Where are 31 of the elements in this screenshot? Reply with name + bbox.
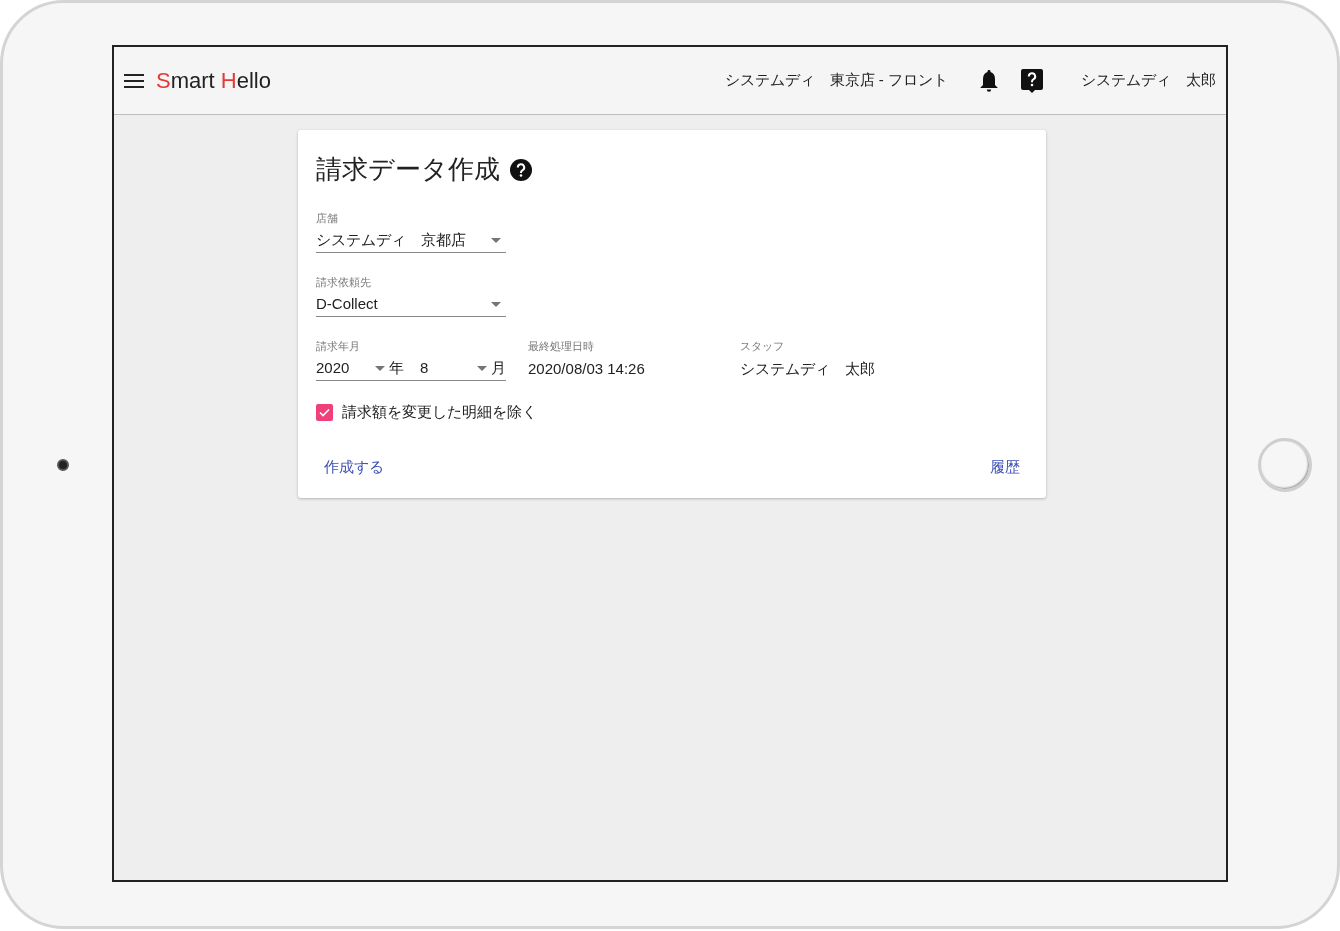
caret-icon — [374, 366, 385, 371]
checkbox[interactable] — [316, 403, 333, 421]
field-value: 2020/08/03 14:26 — [528, 358, 646, 379]
year-unit: 年 — [388, 358, 404, 379]
select-field[interactable]: D-Collect — [316, 293, 506, 317]
field-value: システムディ 太郎 — [740, 358, 876, 379]
checkbox-label: 請求額を変更した明細を除く — [342, 402, 537, 422]
user-name[interactable]: システムディ 太郎 — [1081, 69, 1216, 92]
select-field[interactable]: システムディ 京都店 — [316, 229, 506, 253]
camera-icon — [56, 458, 69, 471]
month-select[interactable]: 8 — [419, 357, 487, 380]
year-select[interactable]: 2020 — [316, 357, 385, 380]
card-title: 請求データ作成 — [316, 153, 500, 186]
menu-icon[interactable] — [124, 73, 144, 88]
field-label: 最終処理日時 — [528, 339, 595, 353]
create-button[interactable]: 作成する — [324, 453, 384, 480]
store-name: システムディ 東京店 - フロント — [724, 70, 948, 91]
help-icon[interactable] — [510, 158, 532, 181]
caret-icon — [477, 366, 487, 371]
caret-icon — [491, 302, 501, 307]
help-icon[interactable] — [1021, 68, 1043, 93]
field-label: 請求依頼先 — [316, 275, 372, 289]
history-button[interactable]: 履歴 — [990, 453, 1020, 480]
bell-icon[interactable] — [980, 69, 998, 92]
app-logo: Smart Hello — [156, 67, 271, 95]
field-label: スタッフ — [740, 339, 785, 353]
field-label: 請求年月 — [316, 339, 361, 353]
check-icon — [319, 407, 330, 417]
field-label: 店舗 — [316, 211, 339, 225]
caret-icon — [491, 238, 501, 243]
month-unit: 月 — [491, 358, 506, 379]
